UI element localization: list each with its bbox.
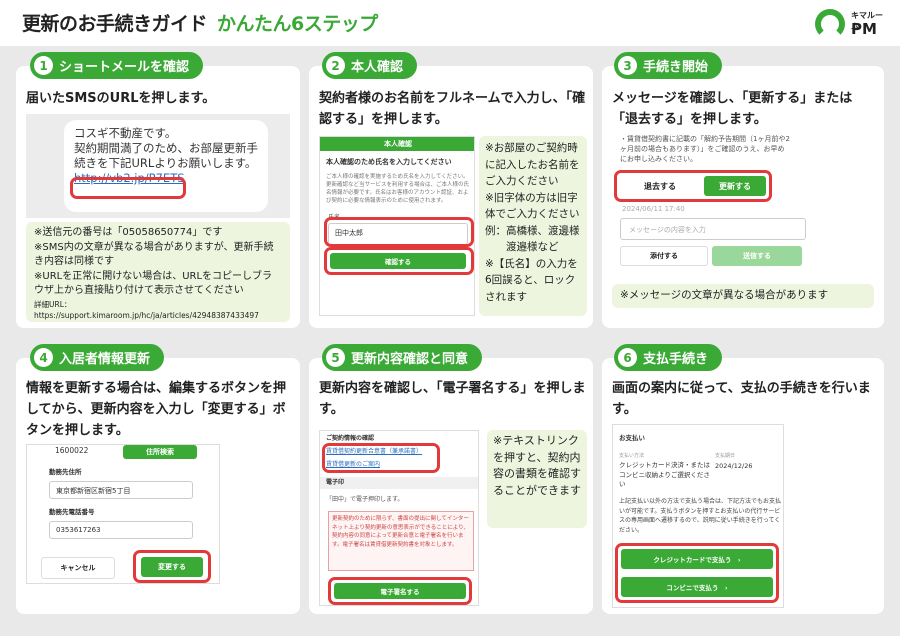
step-1-card: 届いたSMSのURLを押します。 コスギ不動産です。 契約期間満了のため、お部屋… bbox=[16, 66, 300, 328]
address-search-button[interactable]: 住所検索 bbox=[123, 445, 197, 459]
step-5-card: 更新内容を確認し、「電子署名する」を押します。 ご契約情報の確認 賃貸借契約更新… bbox=[309, 358, 593, 614]
highlight-confirm bbox=[324, 247, 474, 275]
payment-screenshot: お支払い 支払い方法 クレジットカード決済・またはコンビニ収納よりご選択ください… bbox=[612, 424, 784, 608]
highlight-change bbox=[133, 550, 211, 583]
step-5-heading: 更新内容を確認し、「電子署名する」を押します。 bbox=[319, 381, 586, 417]
cancel-button[interactable]: キャンセル bbox=[41, 557, 115, 579]
step-4-heading: 情報を更新する場合は、編集するボタンを押してから、更新内容を入力し「変更する」ボ… bbox=[26, 381, 287, 438]
contract-screenshot: ご契約情報の確認 賃貸借契約更新合意書（兼承諾書） 賃貸借更新のご案内 電子印 … bbox=[319, 430, 479, 606]
highlight-sms-link bbox=[70, 177, 186, 199]
step-5-badge: 5 更新内容確認と同意 bbox=[322, 344, 483, 371]
page-title: 更新のお手続きガイド かんたん6ステップ bbox=[22, 13, 378, 35]
step-6-badge: 6 支払手続き bbox=[614, 344, 723, 371]
highlight-payment bbox=[615, 543, 779, 603]
step-6-card: 画面の案内に従って、支払の手続きを行います。 お支払い 支払い方法 クレジットカ… bbox=[602, 358, 884, 614]
highlight-name-input bbox=[324, 217, 474, 247]
step-2-card: 契約者様のお名前をフルネームで入力し、「確認する」を押します。 本人確認 本人確… bbox=[309, 66, 593, 328]
highlight-sign bbox=[328, 577, 472, 605]
send-button[interactable]: 送信する bbox=[712, 246, 802, 266]
highlight-renew-leave bbox=[614, 170, 772, 202]
identity-screenshot: 本人確認 本人確認のため氏名を入力してください ご本人様の確認を実施するため氏名… bbox=[319, 136, 475, 316]
highlight-links bbox=[322, 443, 440, 473]
message-input[interactable]: メッセージの内容を入力 bbox=[620, 218, 806, 240]
step-3-note: ※メッセージの文章が異なる場合があります bbox=[612, 284, 874, 308]
step-2-heading: 契約者様のお名前をフルネームで入力し、「確認する」を押します。 bbox=[319, 91, 586, 127]
brand-logo: キマルーム PM bbox=[815, 7, 885, 41]
step-6-heading: 画面の案内に従って、支払の手続きを行います。 bbox=[612, 381, 871, 417]
step-1-heading: 届いたSMSのURLを押します。 bbox=[26, 91, 216, 106]
step-2-badge: 2 本人確認 bbox=[322, 52, 418, 79]
step-3-heading: メッセージを確認し、「更新する」または「退去する」を押します。 bbox=[612, 91, 853, 127]
logo-ring-icon bbox=[815, 9, 845, 39]
page-header: 更新のお手続きガイド かんたん6ステップ キマルーム PM bbox=[0, 0, 900, 46]
step-1-badge: 1 ショートメールを確認 bbox=[30, 52, 204, 79]
step-3-card: メッセージを確認し、「更新する」または「退去する」を押します。 ・賃貸借契約書に… bbox=[602, 66, 884, 328]
work-phone-field[interactable]: 0353617263 bbox=[49, 521, 193, 539]
step-3-badge: 3 手続き開始 bbox=[614, 52, 723, 79]
step-2-note: ※お部屋のご契約時に記入したお名前をご入力ください ※旧字体の方は旧字体でご入力… bbox=[479, 136, 587, 316]
work-address-field[interactable]: 東京都新宿区新宿5丁目 bbox=[49, 481, 193, 499]
step-5-note: ※テキストリンクを押すと、契約内容の書類を確認することができます bbox=[487, 430, 587, 528]
sms-screenshot: コスギ不動産です。 契約期間満了のため、お部屋更新手続きを下記URLよりお願いし… bbox=[26, 114, 290, 218]
tenant-screenshot: 1600022 住所検索 勤務先住所 東京都新宿区新宿5丁目 勤務先電話番号 0… bbox=[26, 444, 220, 584]
step-1-notes: ※送信元の番号は「05058650774」です ※SMS内の文章が異なる場合があ… bbox=[26, 222, 290, 322]
step-4-card: 情報を更新する場合は、編集するボタンを押してから、更新内容を入力し「変更する」ボ… bbox=[16, 358, 300, 614]
postal-field[interactable]: 1600022 bbox=[49, 445, 107, 459]
attach-button[interactable]: 添付する bbox=[620, 246, 708, 266]
detail-url[interactable]: 詳細URL：https://support.kimaroom.jp/hc/ja/… bbox=[34, 299, 282, 321]
page-subtitle: かんたん6ステップ bbox=[217, 13, 378, 35]
step-4-badge: 4 入居者情報更新 bbox=[30, 344, 165, 371]
message-screenshot: ・賃貸借契約書に記載の「解約予告期間（1ヶ月前や2ヶ月前の場合もあります）」をご… bbox=[612, 132, 874, 276]
